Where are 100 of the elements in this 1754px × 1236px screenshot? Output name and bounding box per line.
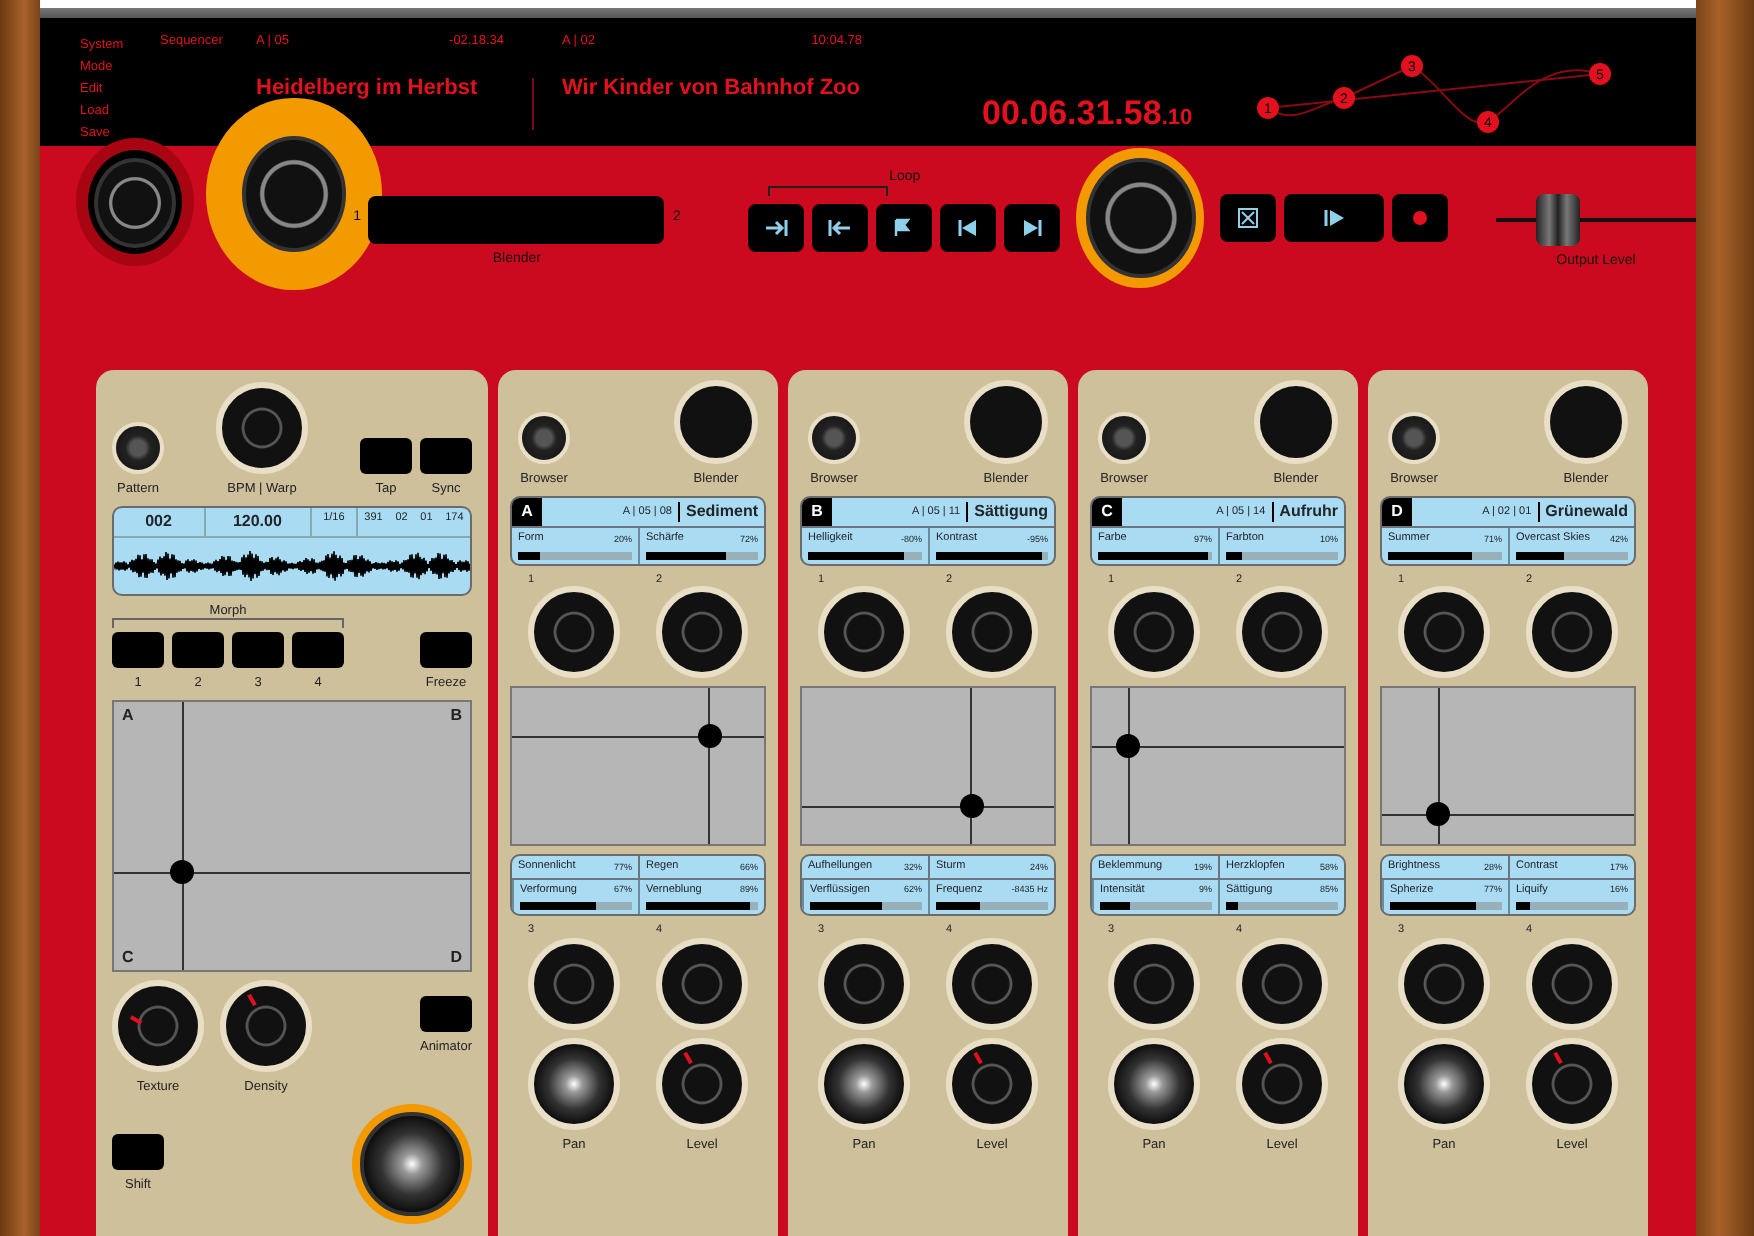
deck-letter: C	[1092, 498, 1122, 527]
track-title: Wir Kinder von Bahnhof Zoo	[562, 74, 860, 105]
deck-letter: B	[802, 498, 832, 527]
loop-in-icon	[762, 217, 791, 238]
next-button[interactable]	[1004, 203, 1061, 252]
knob[interactable]	[1526, 1037, 1618, 1130]
xy-pad[interactable]	[510, 686, 766, 847]
knob[interactable]	[1254, 380, 1338, 465]
level-bar	[518, 551, 632, 560]
previous-button[interactable]	[940, 203, 997, 252]
level-bar	[810, 902, 922, 911]
knob[interactable]	[1544, 380, 1628, 465]
level-bar	[1226, 551, 1338, 560]
pad-handle[interactable]	[1426, 801, 1451, 826]
knob[interactable]	[1398, 586, 1490, 679]
level-bar	[646, 551, 758, 560]
animator-button[interactable]	[419, 996, 472, 1033]
deck-letter: D	[1382, 498, 1412, 527]
knob[interactable]	[528, 937, 620, 1030]
pad-handle[interactable]	[959, 793, 984, 818]
level-bar	[1516, 902, 1628, 911]
knob[interactable]	[1398, 937, 1490, 1030]
deck-name: Sediment	[677, 502, 764, 522]
freeze-button[interactable]	[420, 632, 472, 669]
bpm-value: 120.00	[203, 508, 310, 536]
corner-label: D	[450, 947, 462, 967]
level-bar	[1388, 551, 1502, 560]
deck-name: Sättigung	[966, 502, 1054, 522]
knob[interactable]	[112, 980, 204, 1073]
knob[interactable]	[1388, 412, 1440, 465]
level-bar	[936, 551, 1048, 560]
knob[interactable]	[946, 1037, 1038, 1130]
stop-icon	[1234, 208, 1263, 229]
knob[interactable]	[656, 586, 748, 679]
knob[interactable]	[220, 980, 312, 1073]
knob[interactable]	[1526, 937, 1618, 1030]
morph-button[interactable]	[172, 632, 224, 669]
level-bar	[1390, 902, 1502, 911]
xy-pad[interactable]	[1090, 686, 1346, 847]
knob[interactable]	[1398, 1037, 1490, 1130]
knob[interactable]	[818, 937, 910, 1030]
track-title: Heidelberg im Herbst	[256, 74, 478, 105]
knob[interactable]	[964, 380, 1048, 465]
xy-pad[interactable]: A B C D	[112, 700, 472, 973]
knob[interactable]	[656, 937, 748, 1030]
knob[interactable]	[946, 586, 1038, 679]
pattern-number: 002	[143, 510, 174, 535]
knob[interactable]	[1236, 937, 1328, 1030]
knob[interactable]	[518, 412, 570, 465]
corner-label: A	[122, 706, 134, 726]
stop-button[interactable]	[1220, 194, 1277, 243]
deck-name: Grünewald	[1537, 502, 1634, 522]
knob[interactable]	[528, 1037, 620, 1130]
knob[interactable]	[528, 586, 620, 679]
level-bar	[520, 902, 632, 911]
skip-forward-icon	[1018, 217, 1047, 238]
knob[interactable]	[674, 380, 758, 465]
knob[interactable]	[1098, 412, 1150, 465]
knob[interactable]	[808, 412, 860, 465]
knob[interactable]	[1108, 1037, 1200, 1130]
loop-in-button[interactable]	[748, 203, 805, 252]
pad-handle[interactable]	[170, 859, 195, 884]
knob[interactable]	[112, 422, 164, 475]
knob[interactable]	[1236, 1037, 1328, 1130]
record-button[interactable]	[1392, 194, 1449, 243]
knob[interactable]	[946, 937, 1038, 1030]
morph-button[interactable]	[232, 632, 284, 669]
cue-button[interactable]	[876, 203, 933, 252]
pad-handle[interactable]	[697, 724, 722, 749]
knob[interactable]	[656, 1037, 748, 1130]
morph-button[interactable]	[112, 632, 164, 669]
level-bar	[1226, 902, 1338, 911]
knob[interactable]	[1108, 937, 1200, 1030]
shift-button[interactable]	[112, 1134, 164, 1171]
level-bar	[1098, 551, 1212, 560]
morph-button[interactable]	[292, 632, 344, 669]
play-icon	[1320, 208, 1349, 229]
knob[interactable]	[818, 1037, 910, 1130]
level-bar	[1516, 551, 1628, 560]
sync-button[interactable]	[420, 438, 472, 475]
xy-pad[interactable]	[1380, 686, 1636, 847]
xy-pad[interactable]	[800, 686, 1056, 847]
deck-letter: A	[512, 498, 542, 527]
knob[interactable]	[1236, 586, 1328, 679]
loop-out-icon	[826, 217, 855, 238]
knob[interactable]	[216, 382, 308, 475]
tap-button[interactable]	[360, 438, 412, 475]
output-fader[interactable]	[1496, 194, 1697, 247]
fader-thumb[interactable]	[1535, 194, 1580, 247]
pad-handle[interactable]	[1116, 734, 1141, 759]
level-bar	[646, 902, 758, 911]
deck-name: Aufruhr	[1271, 502, 1344, 522]
knob[interactable]	[1526, 586, 1618, 679]
knob[interactable]	[818, 586, 910, 679]
level-bar	[808, 551, 922, 560]
loop-out-button[interactable]	[812, 203, 869, 252]
play-button[interactable]	[1284, 194, 1385, 243]
timer-readout: 00.06.31.58.10	[982, 94, 1193, 137]
level-bar	[936, 902, 1048, 911]
knob[interactable]	[1108, 586, 1200, 679]
